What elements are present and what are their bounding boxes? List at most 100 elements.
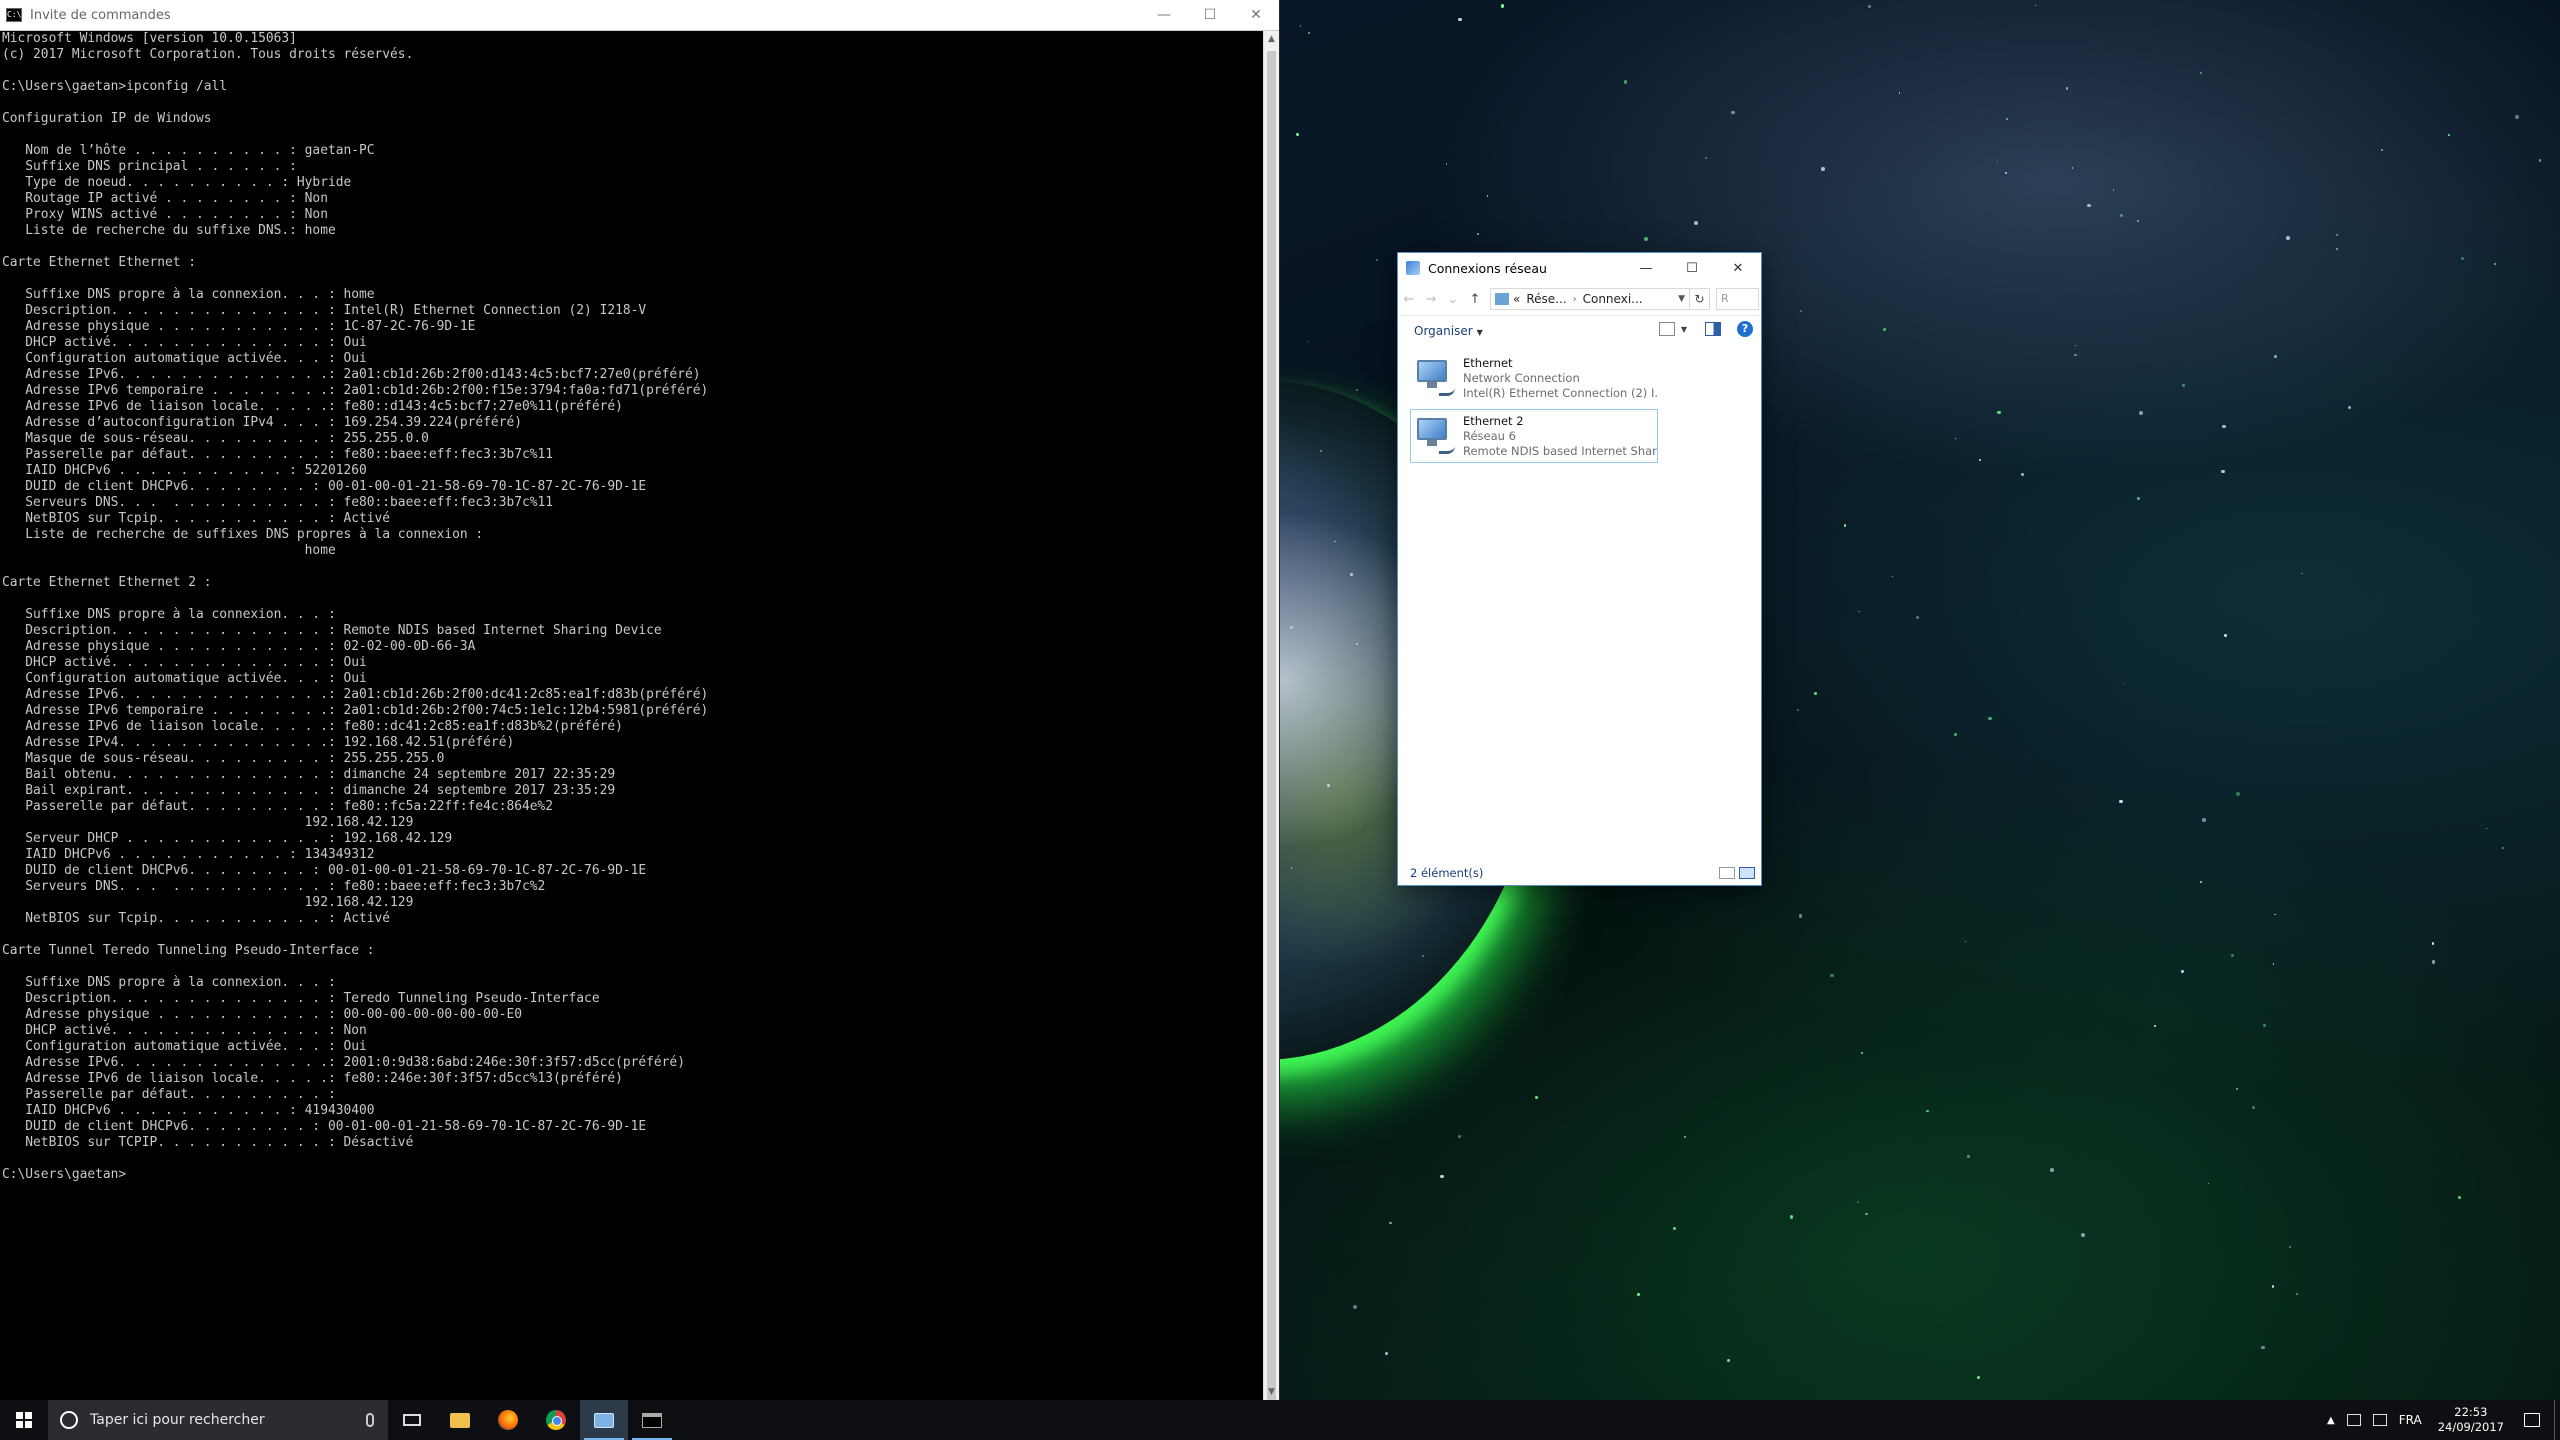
star <box>1821 167 1825 171</box>
minimize-icon: — <box>1157 7 1171 23</box>
help-icon[interactable]: ? <box>1737 321 1753 337</box>
star <box>1376 259 1379 261</box>
back-button[interactable]: ← <box>1398 292 1420 307</box>
close-icon: ✕ <box>1250 7 1262 23</box>
cmd-window[interactable]: C:\ Invite de commandes — ☐ ✕ Microsoft … <box>0 0 1280 1401</box>
star <box>2274 355 2278 358</box>
star <box>2539 159 2542 162</box>
recent-locations-button[interactable]: ⌄ <box>1442 292 1464 307</box>
firefox-button[interactable] <box>484 1400 532 1440</box>
star <box>1988 716 1992 720</box>
star <box>1534 1096 1538 1100</box>
star <box>1458 1135 1462 1139</box>
breadcrumb-connections[interactable]: Connexi... <box>1583 292 1643 306</box>
up-button[interactable]: ↑ <box>1464 292 1486 307</box>
connection-ethernet-2[interactable]: Ethernet 2 Réseau 6 Remote NDIS based In… <box>1410 409 1658 463</box>
chevron-down-icon[interactable]: ▼ <box>1681 325 1687 334</box>
maximize-icon: ☐ <box>1203 7 1217 23</box>
refresh-button[interactable]: ↻ <box>1690 288 1710 310</box>
chrome-button[interactable] <box>532 1400 580 1440</box>
network-icon[interactable] <box>2346 1414 2361 1426</box>
connection-network: Réseau 6 <box>1463 429 1516 443</box>
network-connections-taskbar-button[interactable] <box>580 1400 628 1440</box>
chevron-down-icon: ▼ <box>1476 328 1483 337</box>
cmd-titlebar[interactable]: C:\ Invite de commandes — ☐ ✕ <box>0 0 1279 31</box>
star <box>1672 1227 1676 1231</box>
start-button[interactable] <box>0 1400 48 1440</box>
star <box>1966 1154 1971 1159</box>
star <box>2336 234 2338 236</box>
breadcrumb-network[interactable]: Rése... <box>1526 292 1566 306</box>
breadcrumb-separator: › <box>1572 293 1577 305</box>
star <box>2301 572 2303 575</box>
star <box>2274 913 2276 916</box>
connection-device: Intel(R) Ethernet Connection (2) I... <box>1463 386 1657 400</box>
address-field[interactable]: « Rése... › Connexi... ▼ <box>1490 288 1690 310</box>
maximize-icon: ☐ <box>1686 260 1698 276</box>
show-hidden-icons-icon[interactable]: ▲ <box>2327 1415 2335 1426</box>
close-button[interactable]: ✕ <box>1233 0 1279 30</box>
star <box>2262 1023 2266 1027</box>
change-view-icon[interactable] <box>1658 322 1675 336</box>
star <box>2286 236 2290 240</box>
clock[interactable]: 22:53 24/09/2017 <box>2438 1405 2504 1435</box>
search-input[interactable]: R <box>1716 288 1759 310</box>
system-tray: ▲ FRA 22:53 24/09/2017 <box>2321 1400 2560 1440</box>
cmd-taskbar-button[interactable] <box>628 1400 676 1440</box>
microphone-icon[interactable] <box>366 1413 374 1427</box>
clock-time: 22:53 <box>2454 1405 2488 1419</box>
star <box>1500 4 1505 8</box>
language-indicator[interactable]: FRA <box>2399 1413 2422 1427</box>
star <box>2139 411 2143 415</box>
star <box>1856 1200 1860 1204</box>
address-overflow[interactable]: « <box>1513 292 1520 306</box>
scroll-up-icon[interactable]: ▲ <box>1264 31 1279 47</box>
details-view-icon[interactable] <box>1719 867 1735 879</box>
windows-logo-icon <box>16 1412 32 1428</box>
star <box>2074 353 2077 357</box>
taskbar: Taper ici pour rechercher ▲ FRA 22:53 24… <box>0 1400 2560 1440</box>
star <box>1954 437 1956 439</box>
taskbar-search[interactable]: Taper ici pour rechercher <box>48 1400 388 1440</box>
star <box>2432 942 2435 945</box>
network-window-titlebar[interactable]: Connexions réseau — ☐ ✕ <box>1398 253 1761 283</box>
maximize-button[interactable]: ☐ <box>1187 0 1233 30</box>
connections-list: Ethernet Network Connection Intel(R) Eth… <box>1410 351 1749 467</box>
close-button[interactable]: ✕ <box>1715 253 1761 283</box>
taskbar-search-input[interactable]: Taper ici pour rechercher <box>90 1412 265 1428</box>
task-view-button[interactable] <box>388 1400 436 1440</box>
connection-name: Ethernet <box>1463 356 1513 370</box>
star <box>2199 71 2202 74</box>
preview-pane-icon[interactable] <box>1705 322 1721 336</box>
show-desktop-button[interactable] <box>2554 1400 2560 1440</box>
console-scrollbar[interactable]: ▲ ▼ <box>1263 31 1279 1401</box>
scroll-down-icon[interactable]: ▼ <box>1264 1384 1279 1400</box>
file-explorer-button[interactable] <box>436 1400 484 1440</box>
connection-name: Ethernet 2 <box>1463 414 1524 428</box>
action-center-icon[interactable] <box>2524 1413 2540 1427</box>
forward-button[interactable]: → <box>1420 292 1442 307</box>
star <box>1997 410 2001 415</box>
minimize-button[interactable]: — <box>1141 0 1187 30</box>
clock-date: 24/09/2017 <box>2437 1420 2504 1434</box>
cmd-icon: C:\ <box>6 8 22 22</box>
star <box>1857 610 1860 613</box>
maximize-button[interactable]: ☐ <box>1669 253 1715 283</box>
large-icons-view-icon[interactable] <box>1739 867 1755 879</box>
star <box>1892 576 1894 578</box>
minimize-button[interactable]: — <box>1623 253 1669 283</box>
star <box>2081 1232 2086 1237</box>
scrollbar-thumb[interactable] <box>1267 51 1276 1401</box>
organize-button[interactable]: Organiser ▼ <box>1414 324 1483 338</box>
console-output[interactable]: Microsoft Windows [version 10.0.15063] (… <box>0 31 1263 1400</box>
star <box>2154 1024 2157 1027</box>
star <box>2289 1245 2292 1248</box>
chevron-down-icon[interactable]: ▼ <box>1678 294 1685 304</box>
star <box>2065 87 2069 91</box>
network-folder-icon <box>1406 261 1420 275</box>
volume-icon[interactable] <box>2372 1414 2387 1426</box>
star <box>2136 496 2140 500</box>
star <box>1864 1212 1868 1216</box>
connection-ethernet[interactable]: Ethernet Network Connection Intel(R) Eth… <box>1410 351 1658 405</box>
network-connections-window[interactable]: Connexions réseau — ☐ ✕ ← → ⌄ ↑ « Rése..… <box>1397 252 1762 886</box>
